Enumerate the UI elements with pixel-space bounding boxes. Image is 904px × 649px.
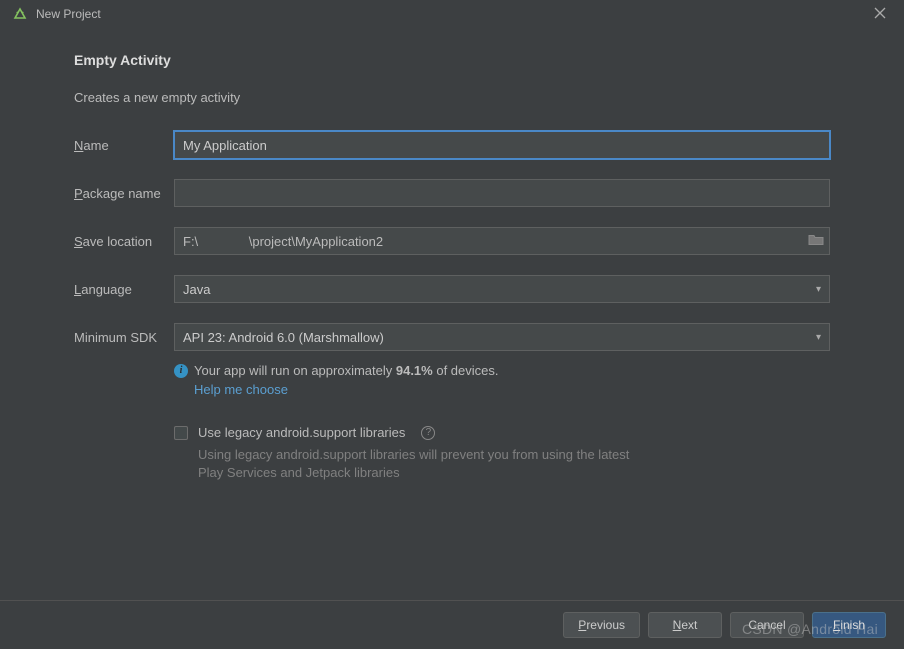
label-language: Language <box>74 282 174 297</box>
label-package: Package name <box>74 186 174 201</box>
row-save-location: Save location <box>74 227 830 255</box>
legacy-hint: Using legacy android.support libraries w… <box>198 446 638 482</box>
row-language: Language Java ▾ <box>74 275 830 303</box>
row-package: Package name <box>74 179 830 207</box>
android-studio-icon <box>12 6 28 22</box>
page-title: Empty Activity <box>74 52 830 68</box>
row-name: Name <box>74 131 830 159</box>
next-button[interactable]: Next <box>648 612 722 638</box>
browse-folder-icon[interactable] <box>808 234 824 249</box>
label-save-location: Save location <box>74 234 174 249</box>
sdk-select[interactable]: API 23: Android 6.0 (Marshmallow) ▾ <box>174 323 830 351</box>
finish-button[interactable]: Finish <box>812 612 886 638</box>
package-input[interactable] <box>174 179 830 207</box>
cancel-button[interactable]: Cancel <box>730 612 804 638</box>
content-area: Empty Activity Creates a new empty activ… <box>0 28 904 482</box>
name-input[interactable] <box>174 131 830 159</box>
help-icon[interactable]: ? <box>421 426 435 440</box>
language-select[interactable]: Java ▾ <box>174 275 830 303</box>
close-icon[interactable] <box>868 7 892 22</box>
window-title: New Project <box>36 7 101 21</box>
legacy-label: Use legacy android.support libraries <box>198 425 405 440</box>
sdk-value: API 23: Android 6.0 (Marshmallow) <box>183 330 384 345</box>
row-sdk: Minimum SDK API 23: Android 6.0 (Marshma… <box>74 323 830 351</box>
chevron-down-icon: ▾ <box>816 332 821 343</box>
legacy-checkbox[interactable] <box>174 426 188 440</box>
label-sdk: Minimum SDK <box>74 330 174 345</box>
form: Name Package name Save location Language <box>74 131 830 482</box>
language-value: Java <box>183 282 210 297</box>
previous-button[interactable]: Previous <box>563 612 640 638</box>
info-icon: i <box>174 364 188 378</box>
chevron-down-icon: ▾ <box>816 284 821 295</box>
save-location-input[interactable] <box>174 227 830 255</box>
legacy-row: Use legacy android.support libraries ? <box>174 425 830 440</box>
sdk-info: i Your app will run on approximately 94.… <box>174 363 830 397</box>
titlebar: New Project <box>0 0 904 28</box>
help-me-choose-link[interactable]: Help me choose <box>194 382 288 397</box>
page-subtitle: Creates a new empty activity <box>74 90 830 105</box>
label-name: Name <box>74 138 174 153</box>
sdk-info-text: Your app will run on approximately 94.1%… <box>194 363 499 378</box>
button-bar: Previous Next Cancel Finish <box>0 601 904 649</box>
